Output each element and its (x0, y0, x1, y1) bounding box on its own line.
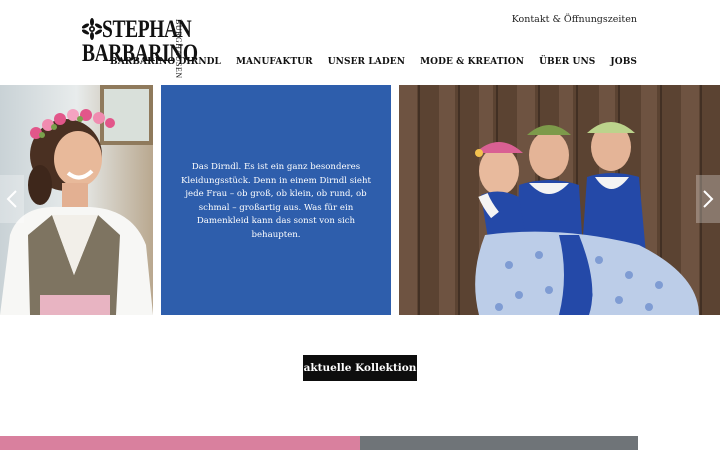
chevron-left-icon (6, 190, 17, 208)
slide-intro-text: Das Dirndl. Es ist ein ganz besonderes K… (181, 162, 371, 240)
chevron-right-icon (703, 190, 714, 208)
section-teaser-photo (360, 436, 638, 450)
nav-item-ueber-uns[interactable]: ÜBER UNS (539, 57, 595, 67)
photo-three-women-dirndl (399, 85, 720, 315)
slider-next-button[interactable] (696, 175, 720, 223)
current-collection-button[interactable]: aktuelle Kollektion (303, 355, 417, 381)
nav-item-unser-laden[interactable]: UNSER LADEN (328, 57, 405, 67)
slider-prev-button[interactable] (0, 175, 24, 223)
hero-slider: Das Dirndl. Es ist ein ganz besonderes K… (0, 85, 720, 315)
slide-text-panel: Das Dirndl. Es ist ein ganz besonderes K… (161, 85, 391, 315)
contact-hours-link[interactable]: Kontakt & Öffnungszeiten (512, 14, 637, 25)
edelweiss-icon (82, 18, 102, 40)
nav-item-barbarino-dirndl[interactable]: BARBARINO DIRNDL (110, 57, 221, 67)
slide-photo-three-women (399, 85, 720, 315)
nav-item-jobs[interactable]: JOBS (610, 57, 637, 67)
main-nav: BARBARINO DIRNDL MANUFAKTUR UNSER LADEN … (110, 57, 637, 67)
nav-item-mode-kreation[interactable]: MODE & KREATION (420, 57, 524, 67)
nav-item-manufaktur[interactable]: MANUFAKTUR (236, 57, 313, 67)
logo-text-vertical: BURGHAUSEN (174, 19, 183, 79)
section-teaser-pink (0, 436, 360, 450)
